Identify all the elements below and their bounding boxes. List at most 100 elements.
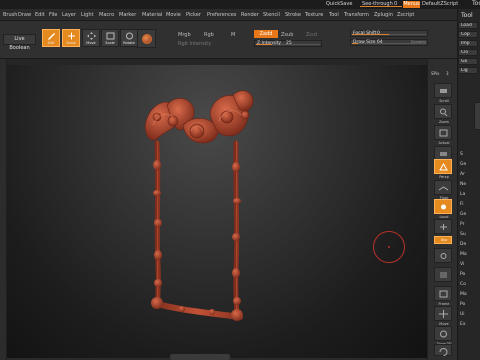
see-through-underline: [360, 6, 402, 7]
focal-shift-slider[interactable]: Focal Shift 0: [350, 30, 428, 37]
scroll-icon: [440, 89, 447, 93]
tool-thumbnail[interactable]: [474, 102, 480, 130]
tool-item-masking[interactable]: Ma: [460, 252, 467, 257]
tool-title-shortcut: Tool: [472, 0, 480, 7]
tool-item-geometry-hd[interactable]: Ge: [460, 212, 466, 217]
move-label: Move: [86, 41, 96, 45]
scale-button[interactable]: Scale: [101, 29, 119, 47]
draw-size-slider[interactable]: Draw Size 64 Dynamic: [350, 39, 428, 46]
draw-button[interactable]: Draw: [62, 29, 80, 47]
menu-stencil[interactable]: Stencil: [263, 12, 280, 18]
canvas-bottom-handle[interactable]: [170, 354, 230, 360]
edit-button[interactable]: Edit: [42, 29, 60, 47]
quicksave-button[interactable]: QuickSave: [326, 2, 352, 7]
tool-item-nanomesh[interactable]: Ne: [460, 182, 466, 187]
menu-zscript[interactable]: Zscript: [397, 12, 414, 18]
rotate-label: Rotate: [123, 41, 135, 45]
menu-brush[interactable]: Brush: [3, 12, 17, 18]
menus-toggle[interactable]: Menus: [403, 1, 420, 8]
tool-item-uv-map[interactable]: Ui: [460, 312, 465, 317]
tool-item-layers[interactable]: La: [460, 192, 465, 197]
floor-button[interactable]: Floor: [434, 180, 452, 200]
default-zscript-button[interactable]: DefaultZScript: [422, 2, 458, 7]
tool-item-subtool[interactable]: S: [460, 152, 463, 157]
menu-draw[interactable]: Draw: [18, 12, 31, 18]
tool-item-visibility[interactable]: Vi: [460, 262, 464, 267]
lsym-button[interactable]: [434, 219, 452, 234]
move-button[interactable]: Move: [82, 29, 100, 47]
rotate-view-button[interactable]: [434, 344, 452, 356]
document-canvas[interactable]: [7, 65, 427, 358]
menu-texture[interactable]: Texture: [305, 12, 323, 18]
persp-label: Persp: [439, 175, 449, 179]
lightbox-tools-button[interactable]: Lig: [458, 67, 478, 74]
tool-item-polygroups[interactable]: Po: [460, 272, 465, 277]
rgb-intensity-slider[interactable]: Rgb Intensity: [178, 41, 211, 47]
menu-render[interactable]: Render: [241, 12, 259, 18]
aahalf-icon: [440, 152, 447, 156]
tool-panel-title: Tool: [461, 12, 473, 19]
copy-tool-button[interactable]: Cop: [458, 31, 478, 38]
scale-label: Scale: [105, 41, 115, 45]
tool-item-arraymesh[interactable]: Ar: [460, 172, 465, 177]
menu-transform[interactable]: Transform: [344, 12, 369, 18]
scroll-button[interactable]: Scroll: [434, 83, 452, 103]
menu-picker[interactable]: Picker: [186, 12, 201, 18]
local-icon: [441, 204, 446, 210]
focal-shift-label: Focal Shift: [353, 31, 377, 36]
draw-size-label: Draw Size: [353, 40, 376, 45]
clone-button[interactable]: Clo: [458, 49, 478, 56]
persp-button[interactable]: Persp: [434, 159, 452, 179]
move-view-button[interactable]: Move: [434, 306, 452, 326]
rotate-button[interactable]: Rotate: [120, 29, 138, 47]
local-button[interactable]: Local: [434, 199, 452, 219]
rgb-button[interactable]: Rgb: [204, 32, 214, 38]
import-button[interactable]: Imp: [458, 40, 478, 47]
load-tool-button[interactable]: Load: [458, 22, 478, 29]
zoom-button[interactable]: Zoom: [434, 104, 452, 124]
menu-zplugin[interactable]: Zplugin: [374, 12, 393, 18]
rotate-axis-button[interactable]: [434, 248, 452, 263]
transp-icon: [440, 272, 447, 278]
menu-edit[interactable]: Edit: [35, 12, 45, 18]
zcut-button[interactable]: Zcut: [306, 32, 317, 38]
zoom3d-button[interactable]: Zoom3D: [434, 326, 452, 346]
tool-item-surface[interactable]: Su: [460, 232, 466, 237]
spix-value: 3: [446, 71, 449, 76]
material-button[interactable]: [137, 29, 156, 48]
menu-light[interactable]: Light: [81, 12, 93, 18]
dynamic-toggle[interactable]: Dynamic: [411, 40, 426, 45]
tool-item-polypaint[interactable]: Po: [460, 302, 465, 307]
m-button[interactable]: M: [231, 32, 235, 38]
tool-item-deformation[interactable]: De: [460, 242, 466, 247]
menu-stroke[interactable]: Stroke: [285, 12, 301, 18]
menu-file[interactable]: File: [49, 12, 57, 18]
see-through-slider[interactable]: See-through 0: [360, 1, 402, 7]
xyz-button[interactable]: Xyz: [434, 236, 452, 244]
tool-item-contact[interactable]: Co: [460, 282, 466, 287]
menu-preferences[interactable]: Preferences: [207, 12, 236, 18]
frame-button[interactable]: Frame: [434, 286, 452, 306]
tool-item-fibermesh[interactable]: Fi: [460, 202, 464, 207]
tool-item-geometry[interactable]: Ge: [460, 162, 466, 167]
tool-item-export[interactable]: Ex: [460, 322, 466, 327]
menu-tool[interactable]: Tool: [329, 12, 339, 18]
menu-macro[interactable]: Macro: [99, 12, 114, 18]
mrgb-button[interactable]: Mrgb: [178, 32, 191, 38]
transp-button[interactable]: [434, 267, 452, 282]
menu-material[interactable]: Material: [142, 12, 162, 18]
actual-button[interactable]: Actual: [434, 125, 452, 145]
focal-shift-value: 0: [377, 31, 380, 36]
live-boolean-button[interactable]: Live Boolean: [3, 34, 36, 51]
tool-item-preview[interactable]: Pr: [460, 222, 465, 227]
menu-movie[interactable]: Movie: [166, 12, 181, 18]
zadd-button[interactable]: Zadd: [254, 30, 278, 38]
goz-button[interactable]: Go: [458, 58, 478, 65]
sculpted-frame-model: [144, 90, 254, 321]
menu-marker[interactable]: Marker: [119, 12, 136, 18]
z-intensity-slider[interactable]: Z Intensity 25: [254, 40, 322, 47]
menu-layer[interactable]: Layer: [62, 12, 76, 18]
scroll-label: Scroll: [439, 99, 449, 103]
zsub-button[interactable]: Zsub: [281, 32, 293, 38]
tool-item-morph-target[interactable]: Ma: [460, 292, 467, 297]
